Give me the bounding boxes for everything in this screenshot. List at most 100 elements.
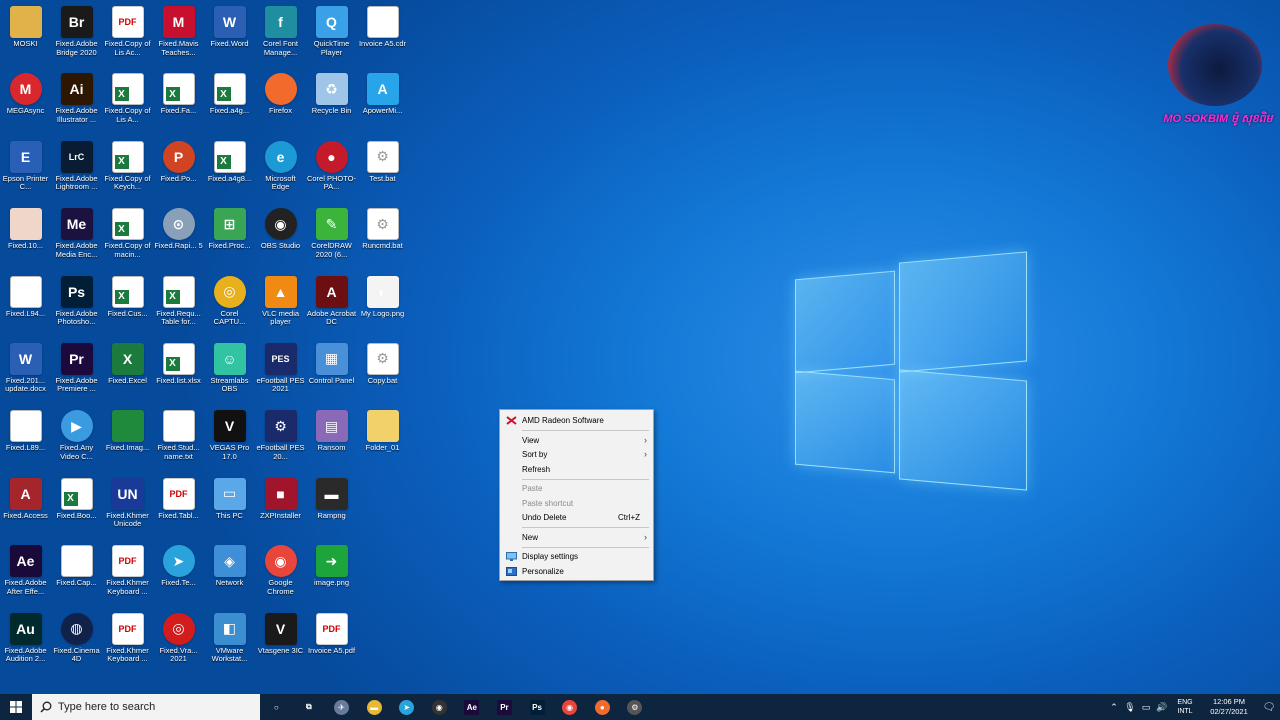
- desktop-icon[interactable]: Fixed.Cap...: [51, 543, 102, 610]
- taskbar-premiere-button[interactable]: Pr: [488, 694, 521, 720]
- desktop-icon[interactable]: UNFixed.Khmer Unicode Converter: [102, 476, 153, 543]
- desktop-icon[interactable]: M MEGAsync: [0, 71, 51, 138]
- desktop-icon[interactable]: A Adobe Acrobat DC: [306, 274, 357, 341]
- desktop-icon[interactable]: f Corel Font Manage...: [255, 4, 306, 71]
- taskbar-settings-button[interactable]: ⚙: [619, 694, 652, 720]
- desktop-icon[interactable]: e Microsoft Edge: [255, 139, 306, 206]
- desktop-icon[interactable]: PDF Fixed.Tabl...: [153, 476, 204, 543]
- taskbar-file-explorer-button[interactable]: ▬: [358, 694, 391, 720]
- desktop-icon[interactable]: ▭ This PC: [204, 476, 255, 543]
- taskbar-cortana-button[interactable]: ○: [260, 694, 293, 720]
- desktop-icon[interactable]: ▲ VLC media player: [255, 274, 306, 341]
- taskbar-telegram-button[interactable]: ➤: [390, 694, 423, 720]
- desktop-icon[interactable]: Ai Fixed.Adobe Illustrator ...: [51, 71, 102, 138]
- desktop-icon[interactable]: ▦ Control Panel: [306, 341, 357, 408]
- taskbar-task-view-button[interactable]: ⧉: [293, 694, 326, 720]
- desktop-icon[interactable]: ◉ OBS Studio: [255, 206, 306, 273]
- start-button[interactable]: [0, 694, 32, 720]
- desktop-icon[interactable]: LrC Fixed.Adobe Lightroom ...: [51, 139, 102, 206]
- desktop-icon[interactable]: ⚙ Test.bat: [357, 139, 408, 206]
- desktop-icon[interactable]: ◍ Fixed.Cinema 4D: [51, 611, 102, 678]
- desktop-icon[interactable]: Fixed.L94...: [0, 274, 51, 341]
- desktop-icon[interactable]: PDF Fixed.Copy of Lis Ac...: [102, 4, 153, 71]
- desktop-icon[interactable]: ● Corel PHOTO-PA...: [306, 139, 357, 206]
- desktop-icon[interactable]: ♻ Recycle Bin: [306, 71, 357, 138]
- taskbar-search-box[interactable]: Type here to search: [32, 694, 260, 720]
- desktop-icon[interactable]: ◧ VMware Workstat...: [204, 611, 255, 678]
- desktop-icon[interactable]: ▬ Rampng: [306, 476, 357, 543]
- desktop-icon[interactable]: Ae Fixed.Adobe After Effe...: [0, 543, 51, 610]
- desktop-icon[interactable]: Pr Fixed.Adobe Premiere ...: [51, 341, 102, 408]
- desktop-icon[interactable]: PDF Invoice A5.pdf: [306, 611, 357, 678]
- desktop-icon[interactable]: ▤ Ransom: [306, 408, 357, 475]
- desktop-icon[interactable]: PES eFootball PES 2021: [255, 341, 306, 408]
- notification-icon[interactable]: 🗨: [1258, 702, 1280, 713]
- desktop-icon[interactable]: ⚙ eFootball PES 20...: [255, 408, 306, 475]
- desktop-icon[interactable]: Invoice A5.cdr: [357, 4, 408, 71]
- desktop-icon[interactable]: Fixed.list.xlsx: [153, 341, 204, 408]
- desktop-icon[interactable]: V VEGAS Pro 17.0: [204, 408, 255, 475]
- desktop-icon[interactable]: M Fixed.Mavis Teaches...: [153, 4, 204, 71]
- desktop-icon[interactable]: ▶ Fixed.Any Video C...: [51, 408, 102, 475]
- desktop-icon[interactable]: A ApowerMi...: [357, 71, 408, 138]
- microphone-icon[interactable]: 🎙: [1122, 702, 1138, 713]
- menu-item-display-settings[interactable]: Display settings: [500, 549, 653, 563]
- clock[interactable]: 12:06 PM 02/27/2021: [1200, 697, 1258, 717]
- desktop-icon[interactable]: Fixed.Copy of Lis A...: [102, 71, 153, 138]
- menu-item-paste-shortcut[interactable]: Paste shortcut: [500, 496, 653, 510]
- desktop-icon[interactable]: ◎ Fixed.Vra... 2021: [153, 611, 204, 678]
- desktop-icon[interactable]: Fixed.Copy of macin...: [102, 206, 153, 273]
- desktop-icon[interactable]: A Fixed.Access: [0, 476, 51, 543]
- desktop-icon[interactable]: Folder_01: [357, 408, 408, 475]
- menu-item-paste[interactable]: Paste: [500, 481, 653, 495]
- desktop-icon[interactable]: Fixed.Imag...: [102, 408, 153, 475]
- desktop-icon[interactable]: Fixed.a4g8...: [204, 139, 255, 206]
- desktop-icon[interactable]: ☺ Streamlabs OBS: [204, 341, 255, 408]
- desktop-icon[interactable]: ⚙ Copy.bat: [357, 341, 408, 408]
- desktop-icon[interactable]: Me Fixed.Adobe Media Enc...: [51, 206, 102, 273]
- desktop-icon[interactable]: E Epson Printer C...: [0, 139, 51, 206]
- menu-item-personalize[interactable]: Personalize: [500, 564, 653, 578]
- desktop-icon[interactable]: Fixed.Boo...: [51, 476, 102, 543]
- desktop-icon[interactable]: ◐ My Logo.png: [357, 274, 408, 341]
- desktop-icon[interactable]: Fixed.Cus...: [102, 274, 153, 341]
- desktop-icon[interactable]: Fixed.Requ... Table for...: [153, 274, 204, 341]
- desktop-icon[interactable]: ⚙ Runcmd.bat: [357, 206, 408, 273]
- taskbar-chrome-button[interactable]: ◉: [553, 694, 586, 720]
- desktop-icon[interactable]: ⊞ Fixed.Proc...: [204, 206, 255, 273]
- taskbar-obs-button[interactable]: ◉: [423, 694, 456, 720]
- taskbar-after-effects-button[interactable]: Ae: [456, 694, 489, 720]
- desktop-icon[interactable]: ■ ZXPInstaller: [255, 476, 306, 543]
- desktop-icon[interactable]: W Fixed.Word: [204, 4, 255, 71]
- chevron-up-icon[interactable]: ⌃: [1106, 702, 1122, 713]
- desktop-icon[interactable]: ✎ CorelDRAW 2020 (6...: [306, 206, 357, 273]
- desktop-icon[interactable]: W Fixed.201... update.docx: [0, 341, 51, 408]
- language-indicator[interactable]: ENG INTL: [1170, 698, 1200, 716]
- desktop-icon[interactable]: Fixed.Stud... name.txt: [153, 408, 204, 475]
- desktop-icon[interactable]: V Vtasgene 3IC: [255, 611, 306, 678]
- menu-item-amd-radeon[interactable]: AMD Radeon Software: [500, 413, 653, 427]
- desktop-icon[interactable]: Fixed.Copy of Keych...: [102, 139, 153, 206]
- desktop-icon[interactable]: Fixed.Fa...: [153, 71, 204, 138]
- desktop-icon[interactable]: ⊙ Fixed.Rapi... 5: [153, 206, 204, 273]
- menu-item-undo-delete[interactable]: Undo Delete Ctrl+Z: [500, 510, 653, 524]
- desktop-icon[interactable]: P Fixed.Po...: [153, 139, 204, 206]
- desktop-icon[interactable]: Q QuickTime Player: [306, 4, 357, 71]
- menu-item-sort-by[interactable]: Sort by ›: [500, 447, 653, 461]
- desktop-icon[interactable]: Ps Fixed.Adobe Photosho...: [51, 274, 102, 341]
- desktop-icon[interactable]: Br Fixed.Adobe Bridge 2020: [51, 4, 102, 71]
- menu-item-view[interactable]: View ›: [500, 433, 653, 447]
- network-icon[interactable]: ▭: [1138, 702, 1154, 713]
- desktop-icon[interactable]: Fixed.10...: [0, 206, 51, 273]
- desktop-icon[interactable]: PDF Fixed.Khmer Keyboard ...: [102, 543, 153, 610]
- desktop-icon[interactable]: Fixed.L89...: [0, 408, 51, 475]
- menu-item-new[interactable]: New ›: [500, 530, 653, 544]
- desktop-icon[interactable]: ➜ image.png: [306, 543, 357, 610]
- taskbar-photoshop-button[interactable]: Ps: [521, 694, 554, 720]
- desktop-icon[interactable]: ➤ Fixed.Te...: [153, 543, 204, 610]
- desktop-icon[interactable]: MOSKI: [0, 4, 51, 71]
- volume-icon[interactable]: 🔊: [1154, 702, 1170, 713]
- taskbar-vpn-button[interactable]: ✈: [325, 694, 358, 720]
- desktop-icon[interactable]: Fixed.a4g...: [204, 71, 255, 138]
- desktop-icon[interactable]: ◎ Corel CAPTU...: [204, 274, 255, 341]
